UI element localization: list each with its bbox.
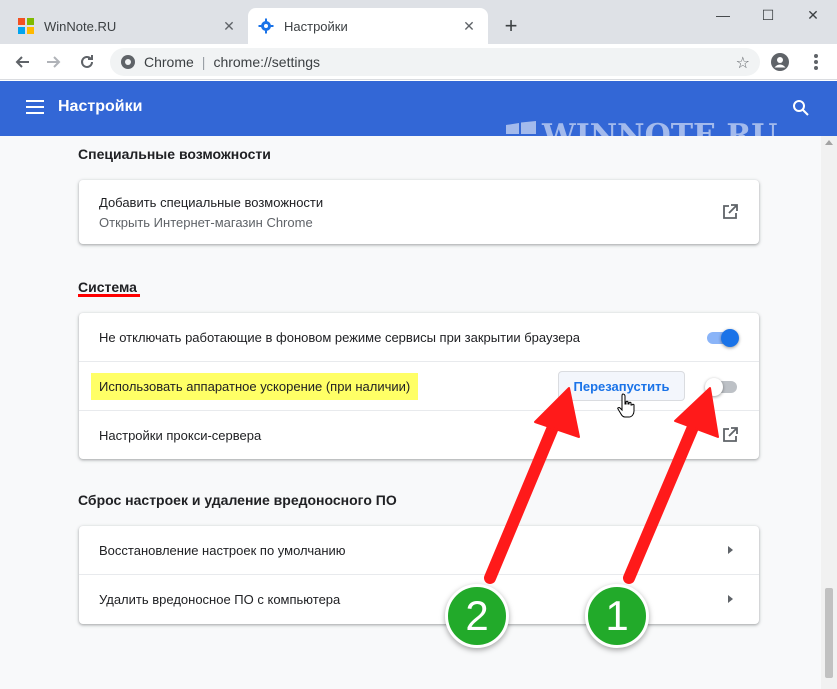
open-external-icon[interactable]	[721, 426, 739, 444]
scroll-up-arrow-icon[interactable]	[825, 140, 833, 145]
tab-winnote[interactable]: WinNote.RU ✕	[8, 8, 248, 44]
hardware-acceleration-toggle[interactable]	[705, 378, 739, 396]
settings-content: Специальные возможности Добавить специал…	[0, 136, 821, 689]
bookmark-star-icon[interactable]: ☆	[736, 53, 750, 73]
background-apps-toggle[interactable]	[705, 329, 739, 347]
system-card: Не отключать работающие в фоновом режиме…	[79, 313, 759, 459]
hamburger-menu-icon[interactable]	[26, 100, 44, 114]
tab-title: Настройки	[284, 18, 348, 34]
row-label: Использовать аппаратное ускорение (при н…	[91, 372, 419, 400]
minimize-button[interactable]: —	[700, 0, 746, 30]
add-accessibility-row[interactable]: Добавить специальные возможности Открыть…	[79, 180, 759, 244]
row-label: Добавить специальные возможности	[99, 194, 324, 210]
reload-icon[interactable]	[74, 49, 100, 75]
back-icon[interactable]	[9, 49, 35, 75]
section-title-accessibility: Специальные возможности	[78, 146, 271, 162]
restore-defaults-row[interactable]: Восстановление настроек по умолчанию	[79, 526, 759, 574]
address-bar[interactable]: Chrome | chrome://settings ☆	[110, 48, 760, 76]
hand-cursor-icon	[617, 393, 635, 418]
forward-icon[interactable]	[41, 49, 67, 75]
chrome-page-icon	[121, 55, 135, 69]
url-text: chrome://settings	[213, 54, 321, 70]
row-label: Настройки прокси-сервера	[99, 427, 262, 443]
row-label: Удалить вредоносное ПО с компьютера	[99, 591, 341, 607]
browser-toolbar: Chrome | chrome://settings ☆	[0, 44, 837, 80]
scrollbar[interactable]	[821, 136, 837, 689]
step-badge-2: 2	[445, 584, 509, 648]
close-window-button[interactable]: ✕	[790, 0, 836, 30]
proxy-settings-row[interactable]: Настройки прокси-сервера	[79, 411, 759, 459]
system-underline-annotation	[78, 294, 140, 297]
settings-header: Настройки WINNOTE.RU	[0, 81, 837, 153]
reset-card: Восстановление настроек по умолчанию Уда…	[79, 526, 759, 624]
row-sublabel: Открыть Интернет-магазин Chrome	[99, 214, 313, 230]
maximize-button[interactable]: ☐	[745, 0, 791, 30]
tab-close-icon[interactable]: ✕	[220, 17, 238, 35]
chevron-right-icon	[728, 595, 733, 603]
row-label: Восстановление настроек по умолчанию	[99, 542, 346, 558]
tab-strip: WinNote.RU ✕ Настройки ✕ + — ☐ ✕	[0, 0, 837, 44]
scroll-thumb[interactable]	[825, 588, 833, 678]
account-icon[interactable]	[770, 52, 790, 72]
accessibility-card: Добавить специальные возможности Открыть…	[79, 180, 759, 244]
step-badge-1: 1	[585, 584, 649, 648]
row-label: Не отключать работающие в фоновом режиме…	[99, 329, 580, 345]
background-apps-row[interactable]: Не отключать работающие в фоновом режиме…	[79, 313, 759, 361]
section-title-reset: Сброс настроек и удаление вредоносного П…	[78, 492, 397, 508]
search-icon[interactable]	[792, 99, 810, 117]
cleanup-computer-row[interactable]: Удалить вредоносное ПО с компьютера	[79, 575, 759, 623]
chevron-right-icon	[728, 546, 733, 554]
browser-menu-icon[interactable]	[806, 52, 826, 72]
new-tab-button[interactable]: +	[498, 13, 524, 39]
open-external-icon[interactable]	[721, 203, 739, 221]
tab-settings[interactable]: Настройки ✕	[248, 8, 488, 44]
url-separator: |	[201, 54, 206, 70]
gear-icon	[258, 18, 274, 34]
section-title-system: Система	[78, 279, 137, 295]
tab-title: WinNote.RU	[44, 18, 117, 34]
browser-window: WinNote.RU ✕ Настройки ✕ + — ☐ ✕ Chrome …	[0, 0, 837, 689]
page-title: Настройки	[58, 98, 143, 115]
tab-close-icon[interactable]: ✕	[460, 17, 478, 35]
winnote-favicon-icon	[18, 18, 34, 34]
url-host: Chrome	[144, 54, 194, 70]
